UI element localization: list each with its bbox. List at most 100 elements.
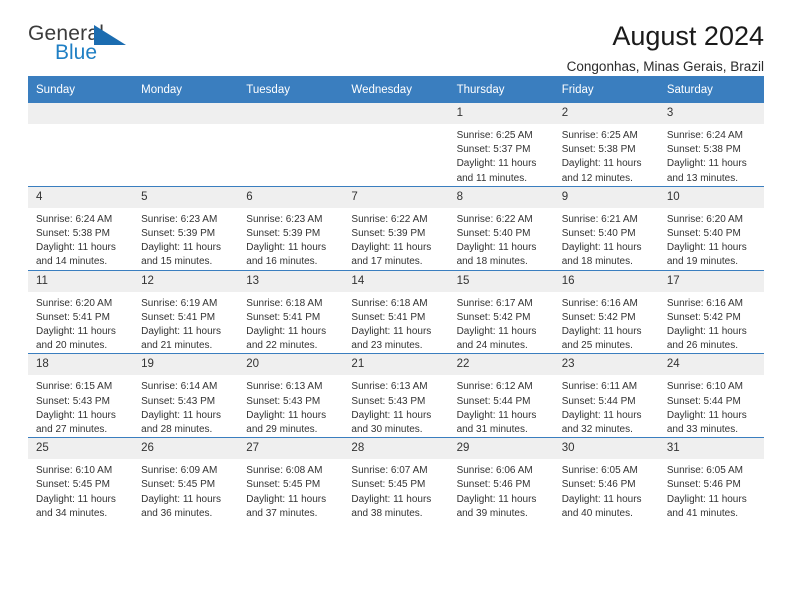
- daylight-text-line2: and 29 minutes.: [246, 424, 318, 436]
- daylight-text-line2: and 20 minutes.: [36, 340, 108, 352]
- calendar-day-cell[interactable]: 28 Sunrise: 6:07 AM Sunset: 5:45 PM Dayl…: [343, 437, 449, 522]
- daylight-text-line1: Daylight: 11 hours: [666, 326, 747, 338]
- calendar-day-cell[interactable]: 9 Sunrise: 6:21 AM Sunset: 5:40 PM Dayli…: [553, 185, 659, 271]
- daylight-text-line1: Daylight: 11 hours: [561, 493, 642, 505]
- sunset-text: Sunset: 5:44 PM: [666, 395, 741, 407]
- day-number: 2: [553, 103, 659, 124]
- calendar-day-cell[interactable]: 14 Sunrise: 6:18 AM Sunset: 5:41 PM Dayl…: [343, 269, 449, 354]
- sunset-text: Sunset: 5:41 PM: [351, 311, 426, 323]
- sunset-text: Sunset: 5:39 PM: [141, 228, 216, 240]
- calendar-day-cell[interactable]: [238, 103, 344, 187]
- sunrise-text: Sunrise: 6:14 AM: [141, 381, 218, 393]
- day-number: 27: [238, 438, 344, 460]
- calendar-day-cell[interactable]: 5 Sunrise: 6:23 AM Sunset: 5:39 PM Dayli…: [133, 185, 239, 271]
- calendar-day-cell[interactable]: 8 Sunrise: 6:22 AM Sunset: 5:40 PM Dayli…: [448, 185, 554, 271]
- calendar-day-cell[interactable]: 13 Sunrise: 6:18 AM Sunset: 5:41 PM Dayl…: [238, 269, 344, 354]
- calendar-day-cell[interactable]: 12 Sunrise: 6:19 AM Sunset: 5:41 PM Dayl…: [133, 269, 239, 354]
- day-details: Sunrise: 6:07 AM Sunset: 5:45 PM Dayligh…: [343, 459, 448, 521]
- day-details: Sunrise: 6:22 AM Sunset: 5:40 PM Dayligh…: [449, 208, 554, 270]
- sunset-text: Sunset: 5:40 PM: [561, 228, 636, 240]
- day-number: 26: [133, 438, 239, 460]
- calendar-day-cell[interactable]: 15 Sunrise: 6:17 AM Sunset: 5:42 PM Dayl…: [448, 269, 554, 354]
- sunset-text: Sunset: 5:43 PM: [246, 395, 321, 407]
- calendar-day-cell[interactable]: 4 Sunrise: 6:24 AM Sunset: 5:38 PM Dayli…: [28, 185, 134, 271]
- sunset-text: Sunset: 5:41 PM: [36, 311, 110, 323]
- calendar-day-cell[interactable]: 30 Sunrise: 6:05 AM Sunset: 5:46 PM Dayl…: [553, 437, 659, 522]
- sunset-text: Sunset: 5:39 PM: [351, 228, 426, 240]
- calendar-day-cell[interactable]: 31 Sunrise: 6:05 AM Sunset: 5:46 PM Dayl…: [658, 437, 764, 522]
- daylight-text-line2: and 34 minutes.: [36, 507, 108, 519]
- calendar-day-cell[interactable]: 22 Sunrise: 6:12 AM Sunset: 5:44 PM Dayl…: [448, 353, 554, 438]
- daylight-text-line2: and 38 minutes.: [351, 507, 423, 519]
- blue-triangle-icon: [94, 25, 126, 45]
- logo-text-blue: Blue: [55, 41, 98, 64]
- calendar-day-cell[interactable]: 6 Sunrise: 6:23 AM Sunset: 5:39 PM Dayli…: [238, 185, 344, 271]
- calendar-day-cell[interactable]: [28, 103, 134, 187]
- day-details: Sunrise: 6:08 AM Sunset: 5:45 PM Dayligh…: [238, 459, 343, 521]
- calendar-day-cell[interactable]: 19 Sunrise: 6:14 AM Sunset: 5:43 PM Dayl…: [133, 353, 239, 438]
- daylight-text-line1: Daylight: 11 hours: [561, 409, 642, 421]
- day-number: 23: [553, 354, 659, 376]
- day-number: 13: [238, 270, 344, 292]
- daylight-text-line2: and 27 minutes.: [36, 424, 108, 436]
- sunrise-text: Sunrise: 6:09 AM: [141, 465, 218, 477]
- calendar-day-cell[interactable]: 1 Sunrise: 6:25 AM Sunset: 5:37 PM Dayli…: [448, 103, 554, 187]
- day-details: Sunrise: 6:21 AM Sunset: 5:40 PM Dayligh…: [554, 208, 659, 270]
- sunrise-text: Sunrise: 6:10 AM: [666, 381, 743, 393]
- sunset-text: Sunset: 5:46 PM: [666, 479, 741, 491]
- daylight-text-line2: and 15 minutes.: [141, 256, 213, 268]
- daylight-text-line1: Daylight: 11 hours: [351, 242, 432, 254]
- calendar-day-cell[interactable]: 2 Sunrise: 6:25 AM Sunset: 5:38 PM Dayli…: [553, 103, 659, 187]
- weekday-header-monday: Monday: [133, 76, 239, 103]
- day-number: 4: [28, 186, 134, 208]
- generalblue-logo[interactable]: General Blue: [28, 22, 148, 70]
- day-number: 12: [133, 270, 239, 292]
- sunrise-text: Sunrise: 6:20 AM: [36, 297, 113, 309]
- day-number: 10: [658, 186, 764, 208]
- calendar-day-cell[interactable]: 27 Sunrise: 6:08 AM Sunset: 5:45 PM Dayl…: [238, 437, 344, 522]
- calendar-day-cell[interactable]: 23 Sunrise: 6:11 AM Sunset: 5:44 PM Dayl…: [553, 353, 659, 438]
- sunset-text: Sunset: 5:40 PM: [666, 228, 741, 240]
- day-details: Sunrise: 6:18 AM Sunset: 5:41 PM Dayligh…: [343, 292, 448, 354]
- day-details: Sunrise: 6:24 AM Sunset: 5:38 PM Dayligh…: [28, 208, 133, 270]
- day-details: Sunrise: 6:14 AM Sunset: 5:43 PM Dayligh…: [133, 375, 238, 437]
- day-details: Sunrise: 6:23 AM Sunset: 5:39 PM Dayligh…: [238, 208, 343, 270]
- day-number: 22: [448, 354, 554, 376]
- calendar-day-cell[interactable]: 18 Sunrise: 6:15 AM Sunset: 5:43 PM Dayl…: [28, 353, 134, 438]
- sunrise-text: Sunrise: 6:11 AM: [561, 381, 638, 393]
- calendar-day-cell[interactable]: 29 Sunrise: 6:06 AM Sunset: 5:46 PM Dayl…: [448, 437, 554, 522]
- weekday-header-sunday: Sunday: [28, 76, 134, 103]
- calendar-day-cell[interactable]: 25 Sunrise: 6:10 AM Sunset: 5:45 PM Dayl…: [28, 437, 134, 522]
- sunrise-text: Sunrise: 6:24 AM: [666, 130, 743, 141]
- daylight-text-line1: Daylight: 11 hours: [456, 326, 537, 338]
- calendar-day-cell[interactable]: 10 Sunrise: 6:20 AM Sunset: 5:40 PM Dayl…: [658, 185, 764, 271]
- calendar-day-cell[interactable]: 24 Sunrise: 6:10 AM Sunset: 5:44 PM Dayl…: [658, 353, 764, 438]
- daylight-text-line2: and 13 minutes.: [666, 172, 739, 184]
- calendar-day-cell[interactable]: 20 Sunrise: 6:13 AM Sunset: 5:43 PM Dayl…: [238, 353, 344, 438]
- daylight-text-line2: and 24 minutes.: [456, 340, 528, 352]
- calendar-week-row: 11 Sunrise: 6:20 AM Sunset: 5:41 PM Dayl…: [28, 269, 764, 354]
- daylight-text-line1: Daylight: 11 hours: [561, 158, 642, 170]
- calendar-day-cell[interactable]: 26 Sunrise: 6:09 AM Sunset: 5:45 PM Dayl…: [133, 437, 239, 522]
- daylight-text-line1: Daylight: 11 hours: [36, 409, 116, 421]
- calendar-day-cell[interactable]: 16 Sunrise: 6:16 AM Sunset: 5:42 PM Dayl…: [553, 269, 659, 354]
- weekday-header-saturday: Saturday: [658, 76, 764, 103]
- daylight-text-line2: and 33 minutes.: [666, 424, 739, 436]
- calendar-day-cell[interactable]: 21 Sunrise: 6:13 AM Sunset: 5:43 PM Dayl…: [343, 353, 449, 438]
- calendar-day-cell[interactable]: 11 Sunrise: 6:20 AM Sunset: 5:41 PM Dayl…: [28, 269, 134, 354]
- sunrise-text: Sunrise: 6:23 AM: [246, 213, 323, 225]
- day-details: Sunrise: 6:06 AM Sunset: 5:46 PM Dayligh…: [449, 459, 554, 521]
- daylight-text-line2: and 31 minutes.: [456, 424, 528, 436]
- calendar-day-cell[interactable]: [133, 103, 239, 187]
- day-details: Sunrise: 6:20 AM Sunset: 5:41 PM Dayligh…: [28, 292, 133, 354]
- day-number: 18: [28, 354, 134, 376]
- calendar-day-cell[interactable]: [343, 103, 449, 187]
- calendar-day-cell[interactable]: 17 Sunrise: 6:16 AM Sunset: 5:42 PM Dayl…: [658, 269, 764, 354]
- daylight-text-line1: Daylight: 11 hours: [141, 409, 221, 421]
- sunrise-text: Sunrise: 6:16 AM: [666, 297, 743, 309]
- calendar-day-cell[interactable]: 7 Sunrise: 6:22 AM Sunset: 5:39 PM Dayli…: [343, 185, 449, 271]
- day-number: 5: [133, 186, 239, 208]
- sunset-text: Sunset: 5:46 PM: [561, 479, 636, 491]
- calendar-day-cell[interactable]: 3 Sunrise: 6:24 AM Sunset: 5:38 PM Dayli…: [658, 103, 764, 187]
- daylight-text-line2: and 22 minutes.: [246, 340, 318, 352]
